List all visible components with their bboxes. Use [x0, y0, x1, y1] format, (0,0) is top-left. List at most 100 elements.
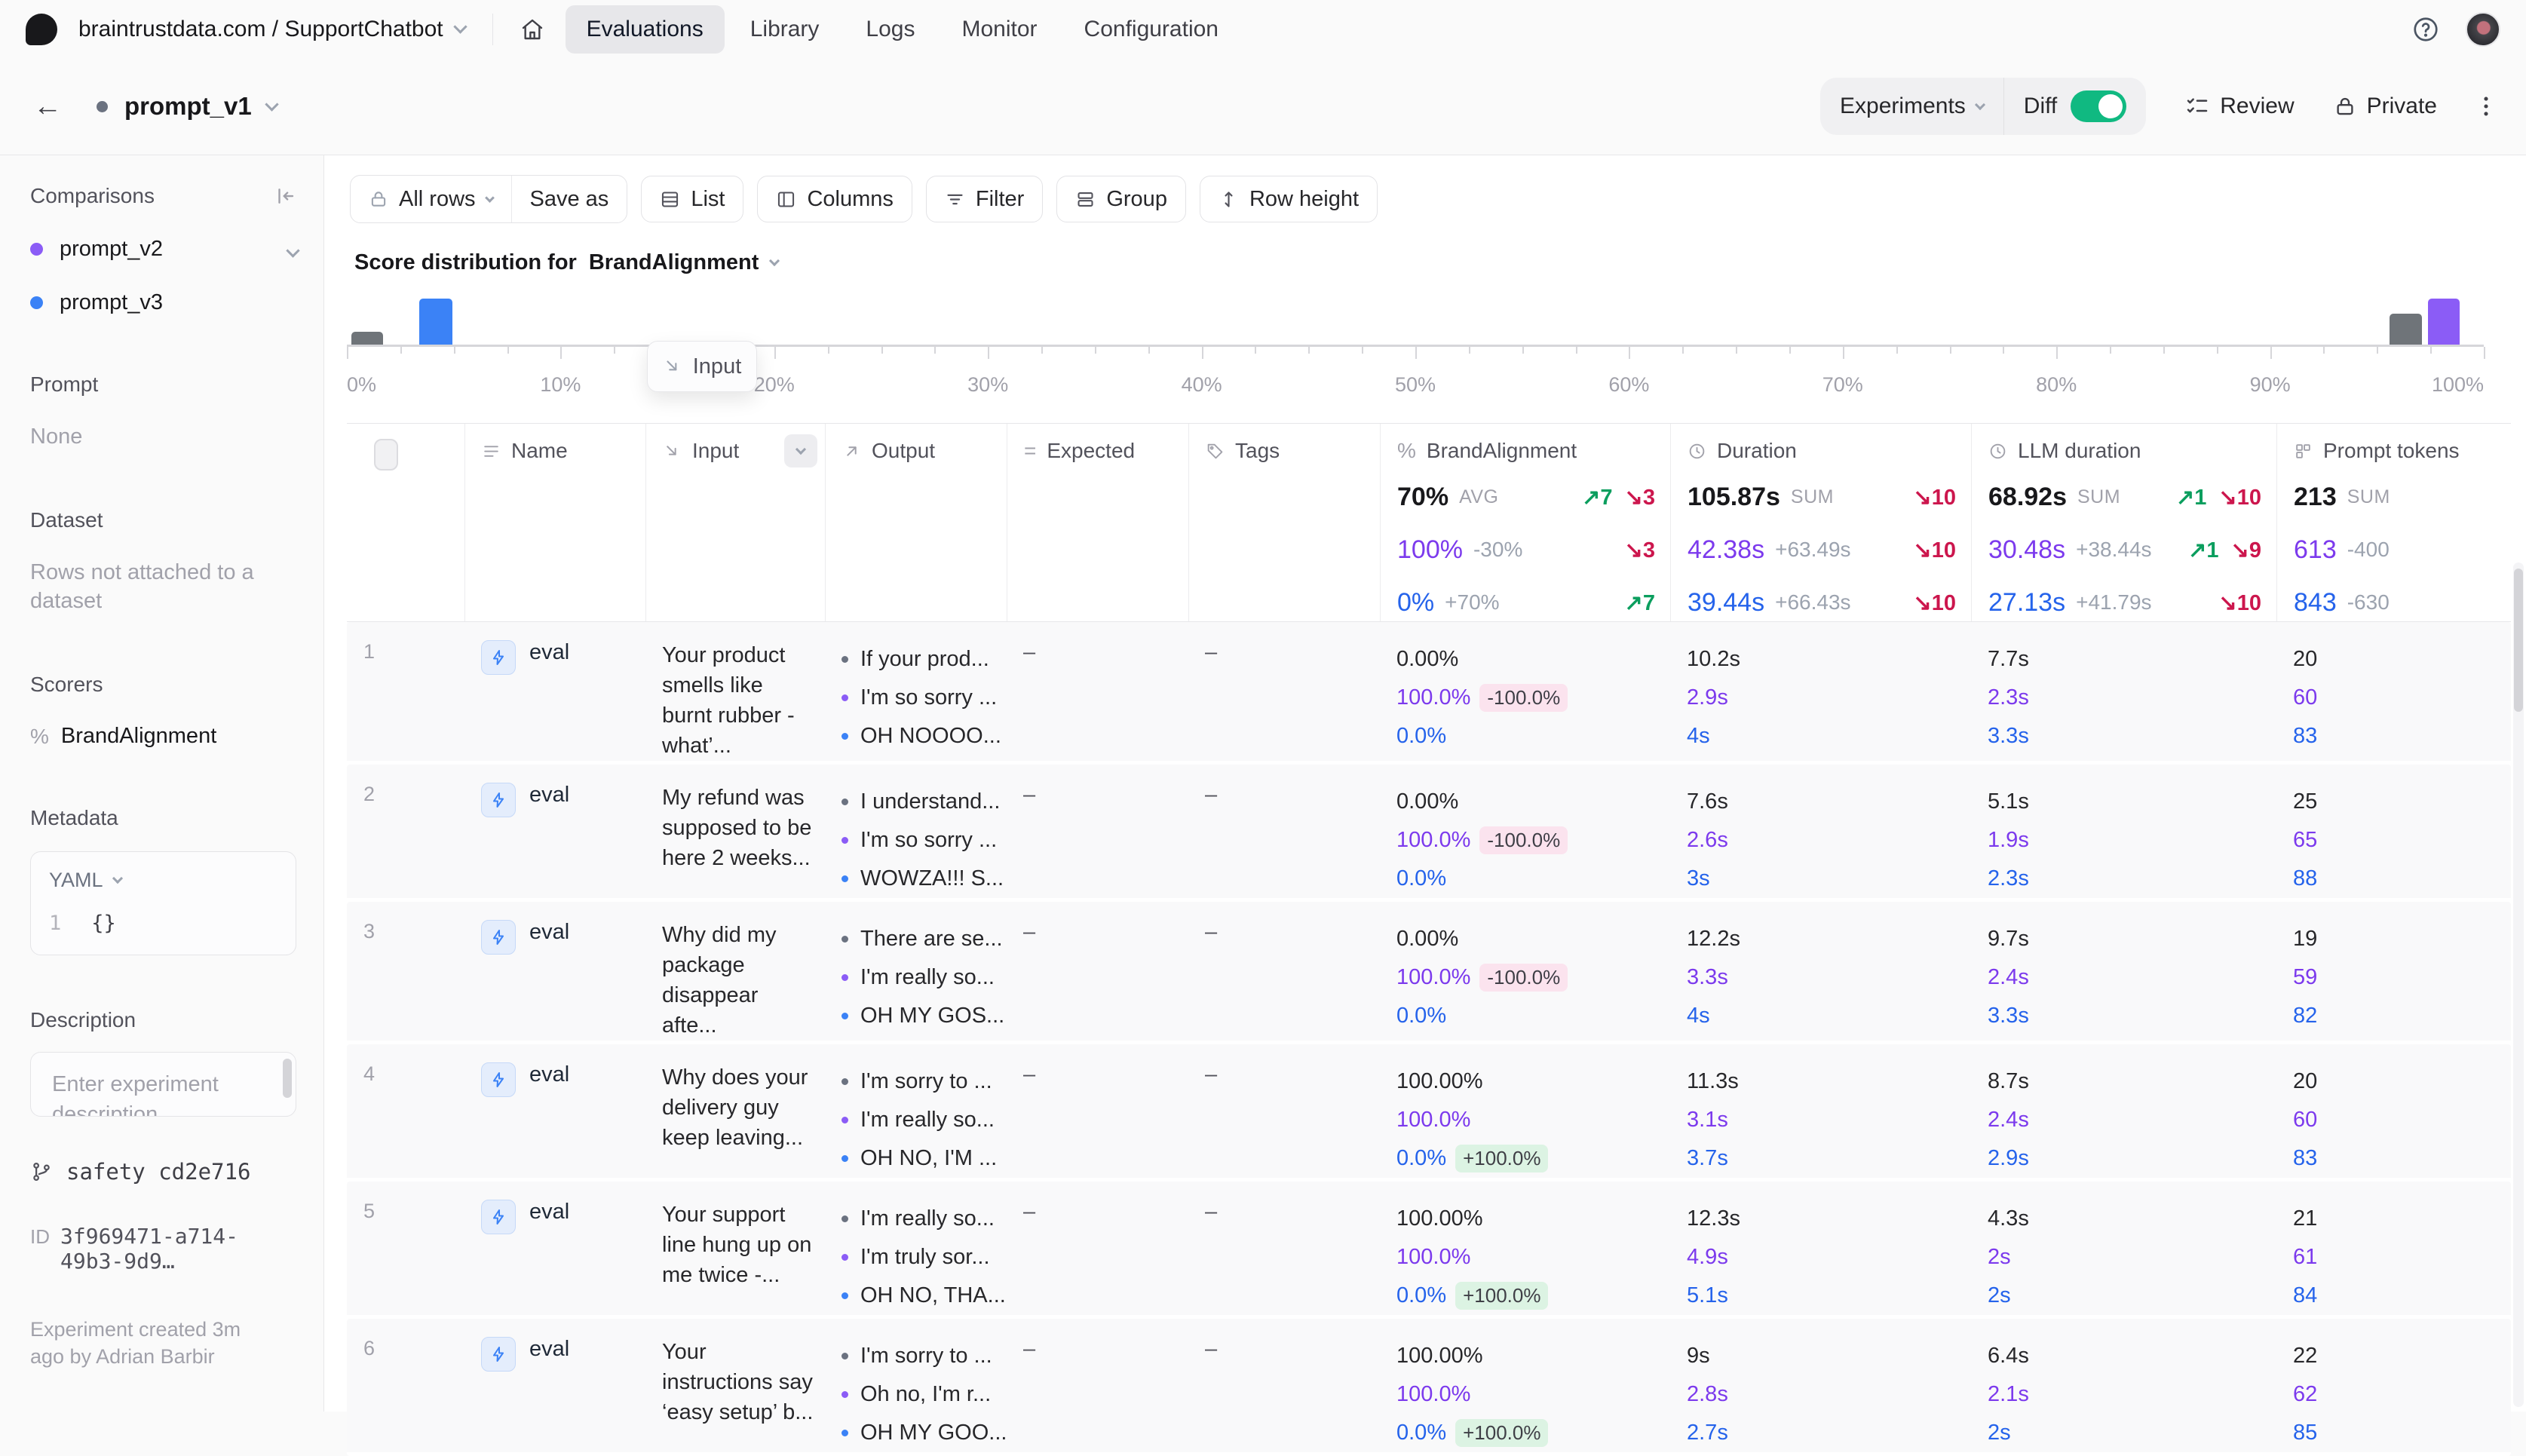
experiment-id[interactable]: ID 3f969471-a714-49b3-9d9… [30, 1224, 296, 1274]
code-text: {} [91, 912, 116, 935]
diff-label: Diff [2023, 93, 2058, 118]
rows-filter-group: All rows Save as [350, 175, 628, 223]
summary-duration-v3: 39.44s +66.43s ↘10 [1688, 587, 1956, 617]
view-controls: Experiments Diff [1820, 78, 2147, 135]
table-row[interactable]: 2 eval My refund was supposed to be here… [347, 765, 2511, 902]
drag-chip-label: Input [692, 354, 742, 379]
metadata-editor: YAML 1 {} [30, 851, 296, 955]
columns-button[interactable]: Columns [757, 176, 912, 222]
columns-icon [778, 191, 795, 207]
axis-tick-label: 50% [1394, 373, 1436, 396]
table-row[interactable]: 3 eval Why did my package disappear afte… [347, 902, 2511, 1044]
group-button[interactable]: Group [1056, 176, 1186, 222]
input-column-drag-chip[interactable]: Input [647, 341, 757, 392]
output-cell: I'm sorry to ... I'm really so... OH NO,… [825, 1044, 1007, 1178]
summary-duration-v2: 42.38s +63.49s ↘10 [1688, 535, 1956, 564]
main-tabs: Evaluations Library Logs Monitor Configu… [565, 5, 1240, 54]
help-button[interactable] [2411, 15, 2440, 44]
private-button[interactable]: Private [2334, 93, 2437, 119]
scorer-item-brandalignment[interactable]: % BrandAlignment [30, 724, 296, 749]
experiments-dropdown[interactable]: Experiments [1840, 93, 1985, 119]
experiments-label: Experiments [1840, 93, 1966, 118]
eval-icon [481, 1200, 516, 1234]
filter-button[interactable]: Filter [925, 176, 1044, 222]
axis-tick-label: 100% [2431, 373, 2484, 396]
column-header-expected[interactable]: = Expected [1007, 424, 1188, 621]
histogram-bar-prompt_v1 [351, 332, 383, 345]
row-number: 6 [363, 1337, 376, 1359]
column-header-tags[interactable]: Tags [1188, 424, 1380, 621]
review-button[interactable]: Review [2185, 93, 2295, 119]
row-height-button[interactable]: Row height [1199, 176, 1378, 222]
column-header-duration[interactable]: Duration 105.87s SUM ↘10 42.38s +63.49s ↘1… [1670, 424, 1971, 621]
filter-label: Filter [975, 186, 1025, 211]
score-distribution-header[interactable]: Score distribution for BrandAlignment [354, 250, 2526, 275]
comparison-label: prompt_v2 [60, 237, 164, 261]
list-view-button[interactable]: List [641, 176, 744, 222]
review-label: Review [2220, 93, 2295, 118]
tab-evaluations[interactable]: Evaluations [565, 5, 725, 54]
scrollbar-thumb[interactable] [2514, 569, 2523, 712]
select-all-checkbox[interactable] [374, 439, 398, 471]
column-header-output[interactable]: Output [825, 424, 1007, 621]
user-avatar[interactable] [2466, 11, 2500, 47]
table-row[interactable]: 6 eval Your instructions say ‘easy setup… [347, 1319, 2511, 1456]
table-scrollbar[interactable] [2513, 562, 2524, 1407]
column-header-llm-duration[interactable]: LLM duration 68.92s SUM ↗1 ↘10 30.48s +38.4… [1971, 424, 2276, 621]
input-cell: Your support line hung up on me twice -.… [662, 1203, 812, 1287]
column-header-brandalignment[interactable]: % BrandAlignment 70% AVG ↗7 ↘3 100% -30% ↘3 … [1380, 424, 1670, 621]
tab-logs[interactable]: Logs [845, 5, 936, 54]
comparison-item-prompt-v3[interactable]: prompt_v3 [30, 290, 296, 315]
chevron-down-icon[interactable] [265, 97, 279, 112]
row-name: eval [529, 1062, 570, 1087]
table-row[interactable]: 5 eval Your support line hung up on me t… [347, 1182, 2511, 1319]
braintrust-logo[interactable] [26, 13, 57, 45]
all-rows-dropdown[interactable]: All rows [351, 176, 511, 222]
table-row[interactable]: 4 eval Why does your delivery guy keep l… [347, 1044, 2511, 1182]
id-value: 3f969471-a714-49b3-9d9… [60, 1224, 239, 1274]
tab-monitor[interactable]: Monitor [940, 5, 1058, 54]
save-as-button[interactable]: Save as [510, 176, 627, 222]
input-cell: Your instructions say ‘easy setup’ b... [662, 1340, 814, 1424]
input-cell: Why did my package disappear afte... [662, 923, 777, 1038]
regressions-count: ↘9 [2230, 538, 2261, 562]
row-height-icon [1225, 191, 1233, 207]
distribution-title: Score distribution for [354, 250, 577, 274]
input-column-menu-button[interactable] [784, 434, 817, 467]
tags-cell: – [1205, 1337, 1218, 1361]
metadata-format-select[interactable]: YAML [49, 869, 277, 892]
eval-icon [481, 783, 516, 817]
base-dot [841, 656, 848, 663]
histogram-bar-prompt_v2 [2428, 299, 2460, 345]
home-button[interactable] [520, 17, 544, 41]
arrow-down-right-icon [667, 445, 676, 455]
row-number: 2 [363, 783, 376, 805]
back-button[interactable]: ← [33, 90, 62, 123]
results-table: Name Input Output = Expected Tags % BrandA… [347, 423, 2511, 1456]
description-textarea[interactable]: Enter experiment description... [30, 1052, 296, 1117]
description-placeholder: Enter experiment description... [52, 1072, 219, 1117]
summary-duration-base: 105.87s SUM ↘10 [1688, 482, 1956, 511]
expected-cell: – [1023, 1337, 1036, 1361]
overflow-menu-button[interactable] [2473, 93, 2499, 119]
scrollbar-thumb[interactable] [283, 1059, 292, 1098]
tab-configuration[interactable]: Configuration [1063, 5, 1240, 54]
column-header-name[interactable]: Name [464, 424, 645, 621]
metadata-title: Metadata [30, 806, 118, 829]
experiment-header: ← prompt_v1 Experiments Diff Review Priv… [0, 58, 2526, 155]
tab-library[interactable]: Library [729, 5, 841, 54]
comparison-item-prompt-v2[interactable]: prompt_v2 [30, 237, 296, 262]
collapse-sidebar-button[interactable] [274, 185, 296, 207]
duration-cell: 7.6s 2.6s 3s [1687, 789, 1728, 890]
equals-icon: = [1024, 439, 1037, 462]
histogram-bar-prompt_v3 [419, 299, 453, 345]
project-breadcrumb[interactable]: braintrustdata.com / SupportChatbot [78, 17, 467, 42]
git-ref[interactable]: safety cd2e716 [30, 1159, 296, 1185]
regressions-count: ↘10 [1913, 485, 1956, 510]
table-row[interactable]: 1 eval Your product smells like burnt ru… [347, 622, 2511, 765]
diff-toggle[interactable] [2071, 90, 2127, 122]
column-header-prompt-tokens[interactable]: Prompt tokens 213 SUM 613 -400 843 -630 [2276, 424, 2511, 621]
column-header-input[interactable]: Input [645, 424, 825, 621]
created-note: Experiment created 3m ago by Adrian Barb… [30, 1318, 241, 1368]
metadata-code-line[interactable]: 1 {} [49, 912, 277, 935]
